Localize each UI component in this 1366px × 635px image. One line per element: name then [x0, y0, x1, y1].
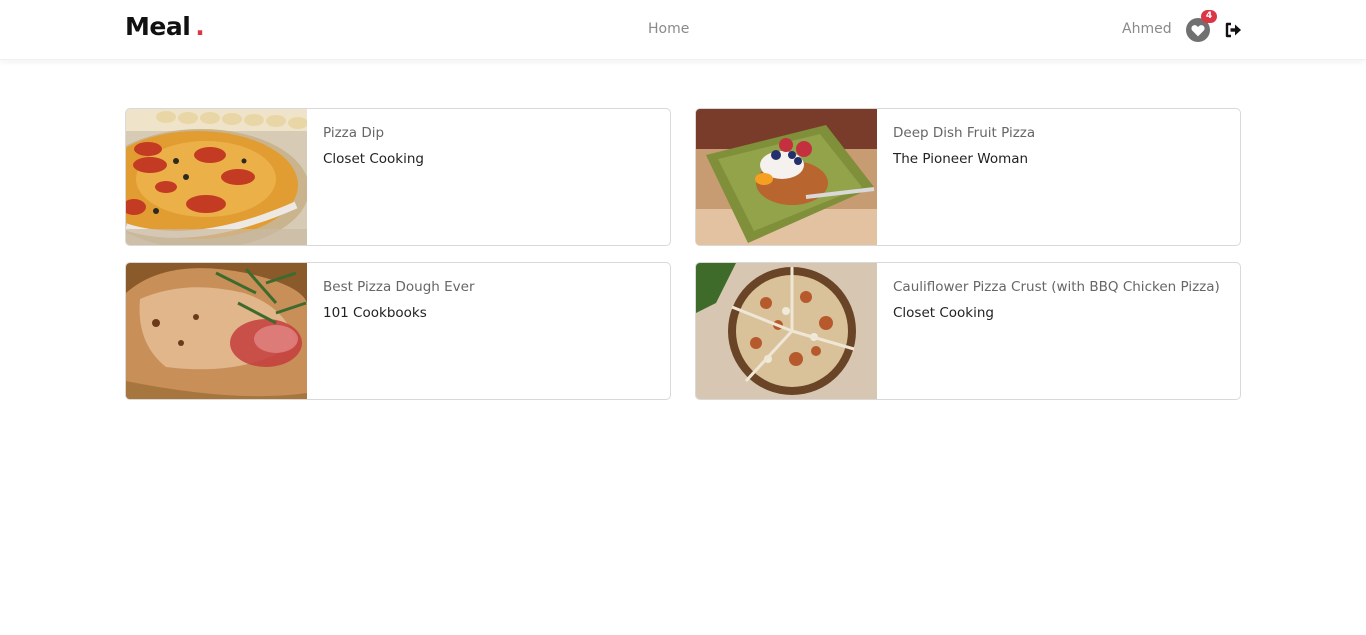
logout-button[interactable]: [1224, 21, 1242, 39]
brand-dot: .: [195, 12, 205, 41]
pizza-dip-photo: [126, 109, 307, 245]
nav-home-link[interactable]: Home: [648, 21, 689, 37]
navbar: Meal. Home Ahmed 4: [0, 0, 1366, 60]
recipe-card[interactable]: Cauliflower Pizza Crust (with BBQ Chicke…: [695, 262, 1241, 400]
fruit-pizza-photo: [696, 109, 877, 245]
cauliflower-pizza-photo: [696, 263, 877, 399]
recipe-card[interactable]: Best Pizza Dough Ever 101 Cookbooks: [125, 262, 671, 400]
heart-icon: [1191, 24, 1205, 36]
brand-logo[interactable]: Meal.: [125, 12, 205, 41]
recipe-card[interactable]: Pizza Dip Closet Cooking: [125, 108, 671, 246]
recipe-publisher: Closet Cooking: [323, 151, 424, 167]
recipe-title: Pizza Dip: [323, 125, 385, 141]
recipe-card[interactable]: Deep Dish Fruit Pizza The Pioneer Woman: [695, 108, 1241, 246]
sign-out-icon: [1225, 22, 1241, 38]
user-name: Ahmed: [1122, 21, 1172, 37]
favorites-count-badge: 4: [1201, 10, 1217, 23]
recipe-title: Deep Dish Fruit Pizza: [893, 125, 1036, 141]
brand-text: Meal: [125, 12, 191, 41]
recipe-publisher: 101 Cookbooks: [323, 305, 427, 321]
recipe-publisher: The Pioneer Woman: [893, 151, 1029, 167]
recipe-title: Best Pizza Dough Ever: [323, 279, 475, 295]
pizza-dough-photo: [126, 263, 307, 399]
recipe-title: Cauliflower Pizza Crust (with BBQ Chicke…: [893, 279, 1220, 295]
recipe-publisher: Closet Cooking: [893, 305, 994, 321]
